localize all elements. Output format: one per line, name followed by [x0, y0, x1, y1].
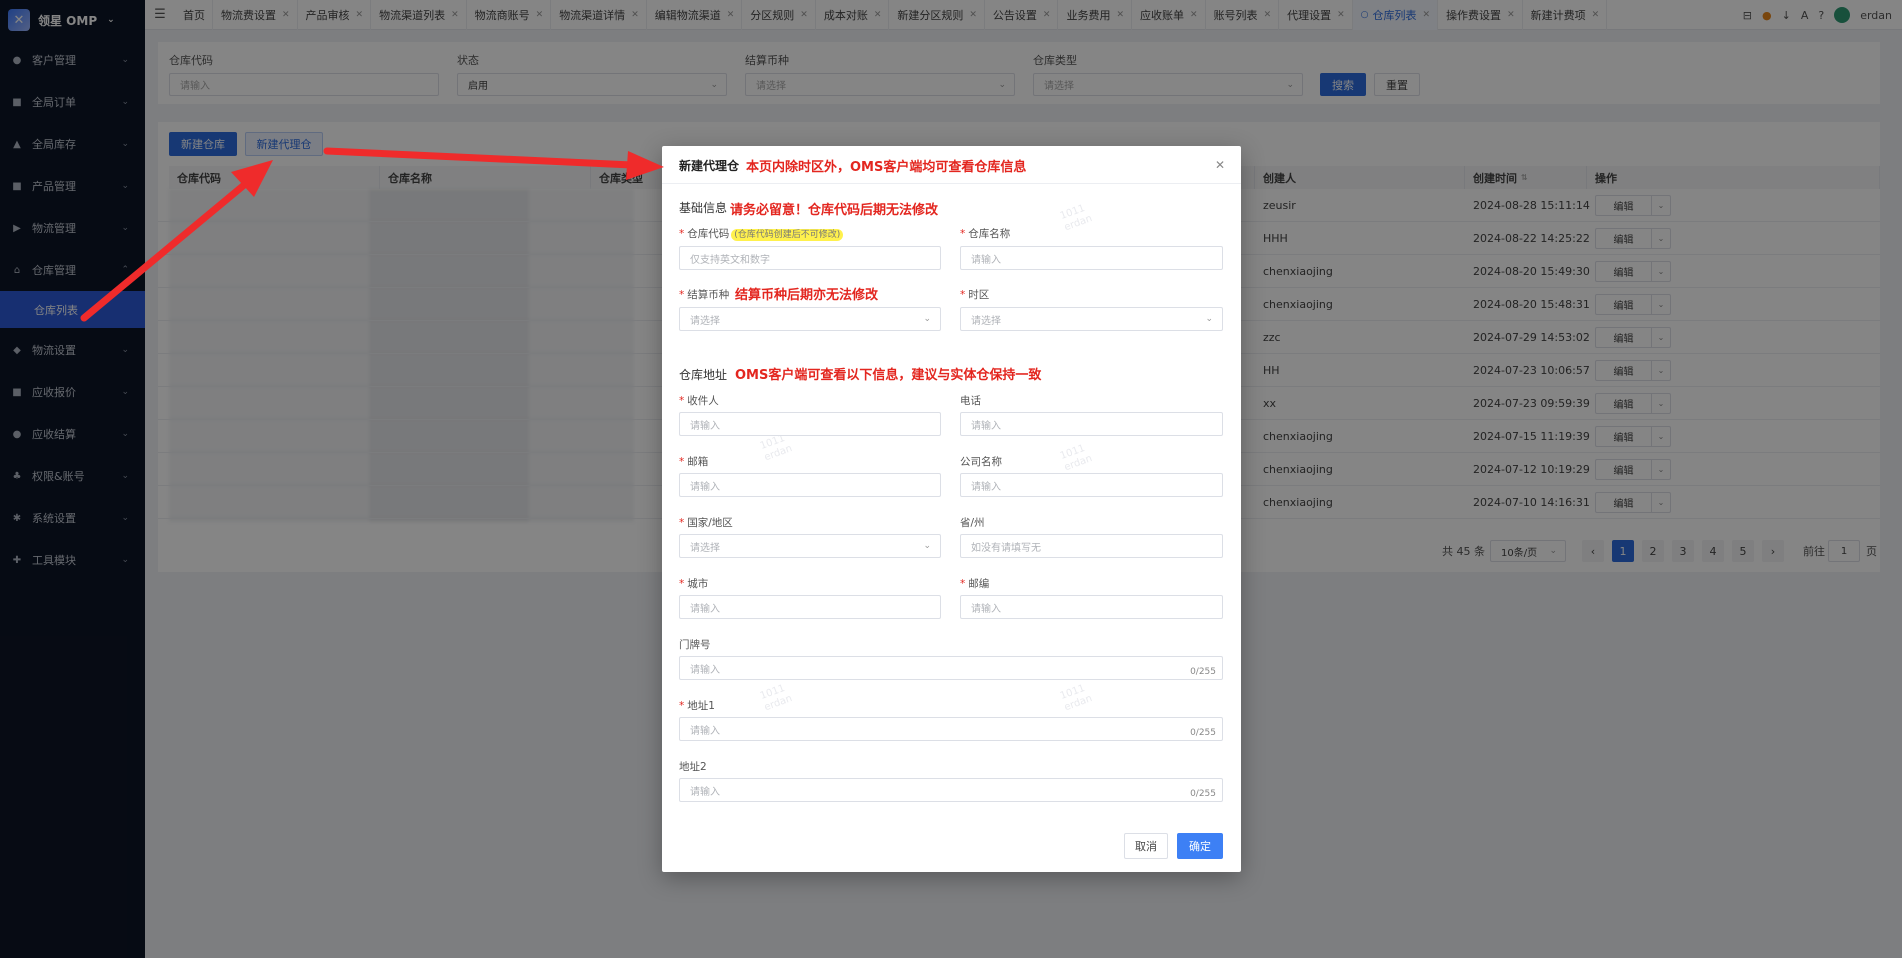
email-label: * 邮箱	[679, 456, 709, 468]
dialog-title: 新建代理仓	[679, 159, 740, 173]
zip-label: * 邮编	[960, 578, 990, 590]
company-label: 公司名称	[960, 456, 1002, 468]
confirm-button[interactable]: 确定	[1177, 833, 1223, 859]
province-label: 省/州	[960, 517, 985, 529]
door-number-label: 门牌号	[679, 639, 711, 651]
input-placeholder: 请输入	[690, 786, 720, 798]
select-placeholder: 请选择	[971, 315, 1001, 327]
zip-input[interactable]: 请输入	[960, 595, 1223, 619]
input-placeholder: 请输入	[971, 420, 1001, 432]
char-counter: 0/255	[1190, 728, 1216, 738]
annotation-address: OMS客户端可查看以下信息，建议与实体仓保持一致	[735, 368, 1042, 383]
section-address: 仓库地址	[679, 368, 728, 382]
address2-textarea[interactable]: 请输入 0/255	[679, 778, 1223, 802]
receiver-label: * 收件人	[679, 395, 719, 407]
chevron-down-icon: ⌄	[923, 541, 931, 551]
char-counter: 0/255	[1190, 667, 1216, 677]
currency-label: * 结算币种	[679, 289, 730, 301]
city-label: * 城市	[679, 578, 709, 590]
input-placeholder: 请输入	[971, 254, 1001, 266]
input-placeholder: 请输入	[690, 725, 720, 737]
warehouse-name-input[interactable]: 请输入	[960, 246, 1223, 270]
input-placeholder: 请输入	[971, 481, 1001, 493]
email-input[interactable]: 请输入	[679, 473, 941, 497]
char-counter: 0/255	[1190, 789, 1216, 799]
address1-textarea[interactable]: 请输入 0/255	[679, 717, 1223, 741]
address1-label: * 地址1	[679, 700, 715, 712]
phone-label: 电话	[960, 395, 981, 407]
chevron-down-icon: ⌄	[923, 314, 931, 324]
watermark: 1011 erdan	[1058, 202, 1094, 234]
watermark: 1011 erdan	[1058, 682, 1094, 714]
annotation-currency: 结算币种后期亦无法修改	[735, 288, 879, 303]
annotation-basic: 请务必留意！仓库代码后期无法修改	[730, 203, 939, 218]
watermark: 1011 erdan	[758, 682, 794, 714]
input-placeholder: 如没有请填写无	[971, 542, 1041, 554]
currency-select[interactable]: 请选择 ⌄	[679, 307, 941, 331]
timezone-select[interactable]: 请选择 ⌄	[960, 307, 1223, 331]
select-placeholder: 请选择	[690, 315, 720, 327]
door-number-textarea[interactable]: 请输入 0/255	[679, 656, 1223, 680]
country-label: * 国家/地区	[679, 517, 733, 529]
input-placeholder: 请输入	[690, 420, 720, 432]
country-select[interactable]: 请选择 ⌄	[679, 534, 941, 558]
timezone-label: * 时区	[960, 289, 990, 301]
warehouse-code-hint: (仓库代码创建后不可修改)	[731, 229, 844, 241]
input-placeholder: 仅支持英文和数字	[690, 254, 770, 266]
warehouse-name-label: * 仓库名称	[960, 228, 1011, 240]
receiver-input[interactable]: 请输入	[679, 412, 941, 436]
cancel-button[interactable]: 取消	[1124, 833, 1168, 859]
annotation-title: 本页内除时区外，OMS客户端均可查看仓库信息	[746, 160, 1027, 175]
phone-input[interactable]: 请输入	[960, 412, 1223, 436]
dialog-header: 新建代理仓 本页内除时区外，OMS客户端均可查看仓库信息 ✕	[662, 146, 1241, 184]
input-placeholder: 请输入	[690, 603, 720, 615]
watermark: 1011 erdan	[758, 432, 794, 464]
select-placeholder: 请选择	[690, 542, 720, 554]
watermark: 1011 erdan	[1058, 442, 1094, 474]
input-placeholder: 请输入	[690, 481, 720, 493]
chevron-down-icon: ⌄	[1205, 314, 1213, 324]
input-placeholder: 请输入	[690, 664, 720, 676]
address2-label: 地址2	[679, 761, 707, 773]
warehouse-code-input[interactable]: 仅支持英文和数字	[679, 246, 941, 270]
province-input[interactable]: 如没有请填写无	[960, 534, 1223, 558]
company-input[interactable]: 请输入	[960, 473, 1223, 497]
new-agent-warehouse-dialog: 新建代理仓 本页内除时区外，OMS客户端均可查看仓库信息 ✕ 1011 erdan…	[662, 146, 1241, 872]
close-icon[interactable]: ✕	[1215, 158, 1225, 172]
input-placeholder: 请输入	[971, 603, 1001, 615]
city-input[interactable]: 请输入	[679, 595, 941, 619]
section-basic-info: 基础信息	[679, 201, 728, 215]
warehouse-code-label: * 仓库代码 (仓库代码创建后不可修改)	[679, 226, 844, 241]
